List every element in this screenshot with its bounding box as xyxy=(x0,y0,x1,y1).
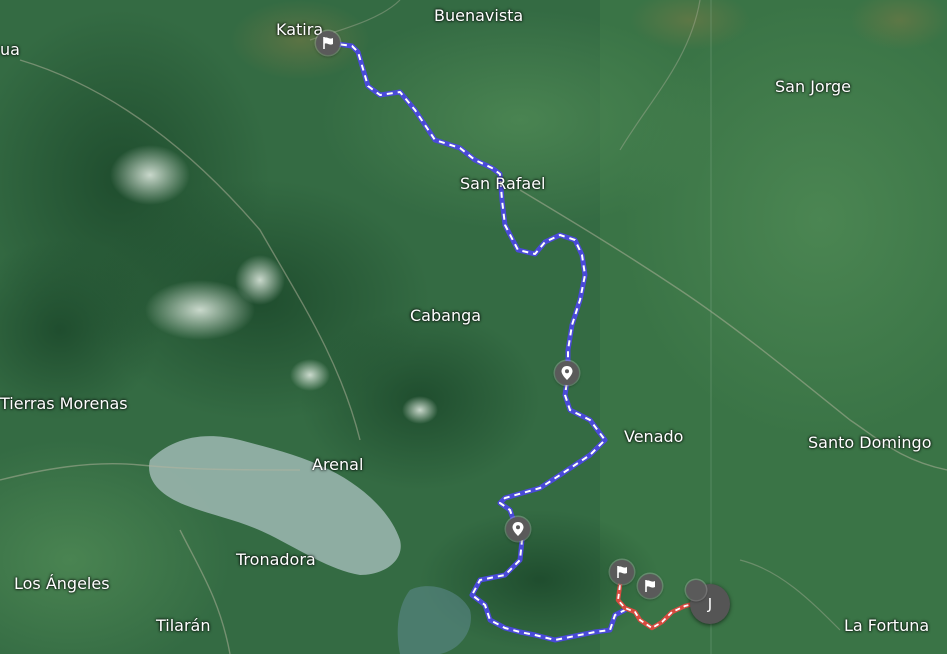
map-base-imagery xyxy=(0,0,947,654)
map-pin-icon xyxy=(512,522,524,536)
flag-icon xyxy=(323,37,333,49)
flag-icon xyxy=(617,566,627,578)
flag-icon xyxy=(645,580,655,592)
start-flag-marker[interactable] xyxy=(316,31,340,55)
cluster-label: J xyxy=(707,595,713,613)
cluster-stacked-marker[interactable] xyxy=(686,580,706,600)
waypoint-marker-1[interactable] xyxy=(555,361,579,385)
flag-marker-south-2[interactable] xyxy=(638,574,662,598)
satellite-map[interactable]: Katira Buenavista ua San Jorge San Rafae… xyxy=(0,0,947,654)
map-pin-icon xyxy=(561,366,573,380)
flag-marker-south-1[interactable] xyxy=(610,560,634,584)
waypoint-marker-2[interactable] xyxy=(506,517,530,541)
